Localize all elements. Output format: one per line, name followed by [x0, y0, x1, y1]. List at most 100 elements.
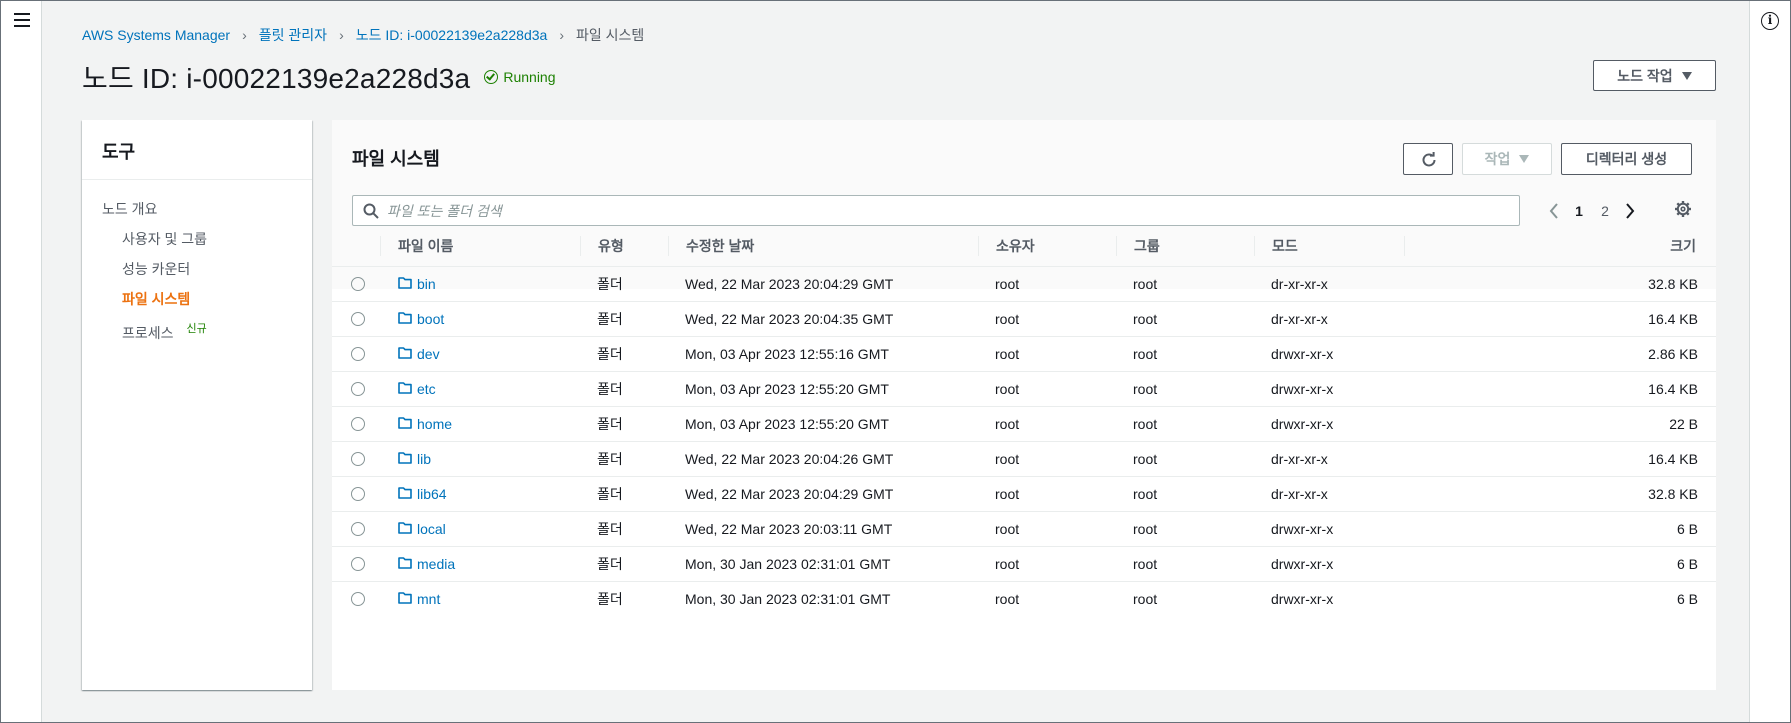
type-cell: 폴더 — [580, 336, 668, 372]
search-input[interactable] — [387, 200, 1507, 222]
table-row[interactable]: lib64 폴더 Wed, 22 Mar 2023 20:04:29 GMT root… — [332, 476, 1716, 512]
files-table: 파일 이름 유형 수정한 날짜 소유자 그룹 모드 크기 bin 폴더 Wed, 2… — [332, 226, 1716, 616]
owner-cell: root — [978, 266, 1116, 302]
table-row[interactable]: mnt 폴더 Mon, 30 Jan 2023 02:31:01 GMT root ro… — [332, 581, 1716, 616]
name-cell: lib — [380, 441, 580, 477]
name-cell: mnt — [380, 581, 580, 616]
file-name-link[interactable]: bin — [417, 276, 436, 292]
mode-cell: dr-xr-xr-x — [1254, 301, 1404, 337]
pagination: 1 2 — [1542, 199, 1642, 223]
file-name-link[interactable]: local — [417, 521, 446, 537]
header-group[interactable]: 그룹 — [1116, 226, 1254, 267]
size-cell: 16.4 KB — [1404, 441, 1716, 477]
settings-icon[interactable] — [1674, 200, 1696, 222]
row-select-cell — [332, 546, 380, 582]
group-cell: root — [1116, 336, 1254, 372]
node-action-button[interactable]: 노드 작업 — [1593, 60, 1716, 91]
breadcrumb-item-node[interactable]: 노드 ID: i-00022139e2a228d3a — [356, 25, 548, 45]
table-row[interactable]: bin 폴더 Wed, 22 Mar 2023 20:04:29 GMT root ro… — [332, 266, 1716, 302]
group-cell: root — [1116, 511, 1254, 547]
new-badge: 신규 — [186, 323, 207, 335]
mode-cell: drwxr-xr-x — [1254, 371, 1404, 407]
create-directory-button[interactable]: 디렉터리 생성 — [1561, 143, 1692, 175]
owner-cell: root — [978, 336, 1116, 372]
menu-icon[interactable] — [14, 13, 30, 27]
type-cell: 폴더 — [580, 406, 668, 442]
page-title: 노드 ID: i-00022139e2a228d3a — [82, 63, 471, 94]
folder-icon — [398, 556, 412, 572]
row-radio[interactable] — [351, 346, 365, 361]
modified-cell: Wed, 22 Mar 2023 20:04:29 GMT — [668, 266, 978, 302]
file-name-link[interactable]: dev — [417, 346, 440, 362]
size-cell: 6 B — [1676, 590, 1698, 607]
row-radio[interactable] — [351, 276, 365, 291]
file-name-link[interactable]: lib64 — [417, 486, 447, 502]
modified-cell: Wed, 22 Mar 2023 20:03:11 GMT — [668, 511, 978, 547]
table-row[interactable]: lib 폴더 Wed, 22 Mar 2023 20:04:26 GMT root ro… — [332, 441, 1716, 477]
file-name-link[interactable]: etc — [417, 381, 436, 397]
mode-cell: drwxr-xr-x — [1254, 511, 1404, 547]
row-radio[interactable] — [351, 416, 365, 431]
group-cell: root — [1116, 406, 1254, 442]
row-radio[interactable] — [351, 486, 365, 501]
caret-down-icon — [1519, 155, 1530, 163]
page-1[interactable]: 1 — [1566, 203, 1592, 219]
file-name-link[interactable]: media — [417, 556, 455, 572]
header-select — [332, 226, 380, 267]
mode-cell: drwxr-xr-x — [1271, 590, 1334, 607]
header-owner[interactable]: 소유자 — [978, 226, 1116, 267]
row-radio[interactable] — [351, 311, 365, 326]
name-cell: home — [380, 406, 580, 442]
type-cell: 폴더 — [580, 476, 668, 512]
table-row[interactable]: etc 폴더 Mon, 03 Apr 2023 12:55:20 GMT root ro… — [332, 371, 1716, 407]
row-select-cell — [332, 406, 380, 442]
tools-item-users-groups[interactable]: 사용자 및 그룹 — [82, 229, 312, 259]
header-size[interactable]: 크기 — [1404, 226, 1716, 267]
table-row[interactable]: home 폴더 Mon, 03 Apr 2023 12:55:20 GMT root r… — [332, 406, 1716, 442]
table-row[interactable]: boot 폴더 Wed, 22 Mar 2023 20:04:35 GMT root r… — [332, 301, 1716, 337]
info-icon[interactable]: i — [1761, 12, 1779, 30]
row-radio[interactable] — [351, 381, 365, 396]
file-name-link[interactable]: mnt — [417, 591, 440, 607]
file-name-link[interactable]: home — [417, 416, 452, 432]
mode-cell: dr-xr-xr-x — [1254, 441, 1404, 477]
refresh-button[interactable] — [1403, 143, 1453, 175]
header-type[interactable]: 유형 — [580, 226, 668, 267]
actions-label: 작업 — [1484, 151, 1511, 167]
row-select-cell — [332, 301, 380, 337]
file-name-link[interactable]: lib — [417, 451, 431, 467]
owner-cell: root — [978, 371, 1116, 407]
mode-cell: drwxr-xr-x — [1254, 406, 1404, 442]
chevron-right-icon[interactable] — [1618, 199, 1642, 223]
name-cell: bin — [380, 266, 580, 302]
navigation-rail — [1, 1, 42, 722]
breadcrumb-item-systems-manager[interactable]: AWS Systems Manager — [82, 27, 230, 43]
file-name-link[interactable]: boot — [417, 311, 444, 327]
page-2[interactable]: 2 — [1592, 203, 1618, 219]
search-icon — [363, 203, 379, 219]
table-row[interactable]: dev 폴더 Mon, 03 Apr 2023 12:55:16 GMT root ro… — [332, 336, 1716, 372]
actions-button[interactable]: 작업 — [1462, 143, 1552, 175]
header-mode[interactable]: 모드 — [1254, 226, 1404, 267]
table-row[interactable]: local 폴더 Wed, 22 Mar 2023 20:03:11 GMT root… — [332, 511, 1716, 547]
folder-icon — [398, 486, 412, 502]
file-system-title: 파일 시스템 — [352, 149, 440, 169]
status-indicator: Running — [484, 69, 556, 85]
tools-item-node-overview[interactable]: 노드 개요 — [82, 199, 312, 229]
chevron-left-icon[interactable] — [1542, 199, 1566, 223]
folder-icon — [398, 591, 412, 607]
row-radio[interactable] — [351, 591, 365, 606]
tools-item-processes[interactable]: 프로세스 신규 — [82, 319, 312, 349]
header-modified[interactable]: 수정한 날짜 — [668, 226, 978, 267]
tools-item-processes-label: 프로세스 — [122, 325, 174, 341]
row-radio[interactable] — [351, 556, 365, 571]
table-row[interactable]: media 폴더 Mon, 30 Jan 2023 02:31:01 GMT root… — [332, 546, 1716, 582]
tools-item-file-system[interactable]: 파일 시스템 — [82, 289, 312, 319]
breadcrumb-item-fleet-manager[interactable]: 플릿 관리자 — [259, 25, 327, 45]
header-name[interactable]: 파일 이름 — [380, 226, 580, 267]
size-cell: 32.8 KB — [1404, 266, 1716, 302]
row-radio[interactable] — [351, 521, 365, 536]
tools-item-performance-counters[interactable]: 성능 카운터 — [82, 259, 312, 289]
row-radio[interactable] — [351, 451, 365, 466]
group-cell: root — [1133, 590, 1158, 607]
